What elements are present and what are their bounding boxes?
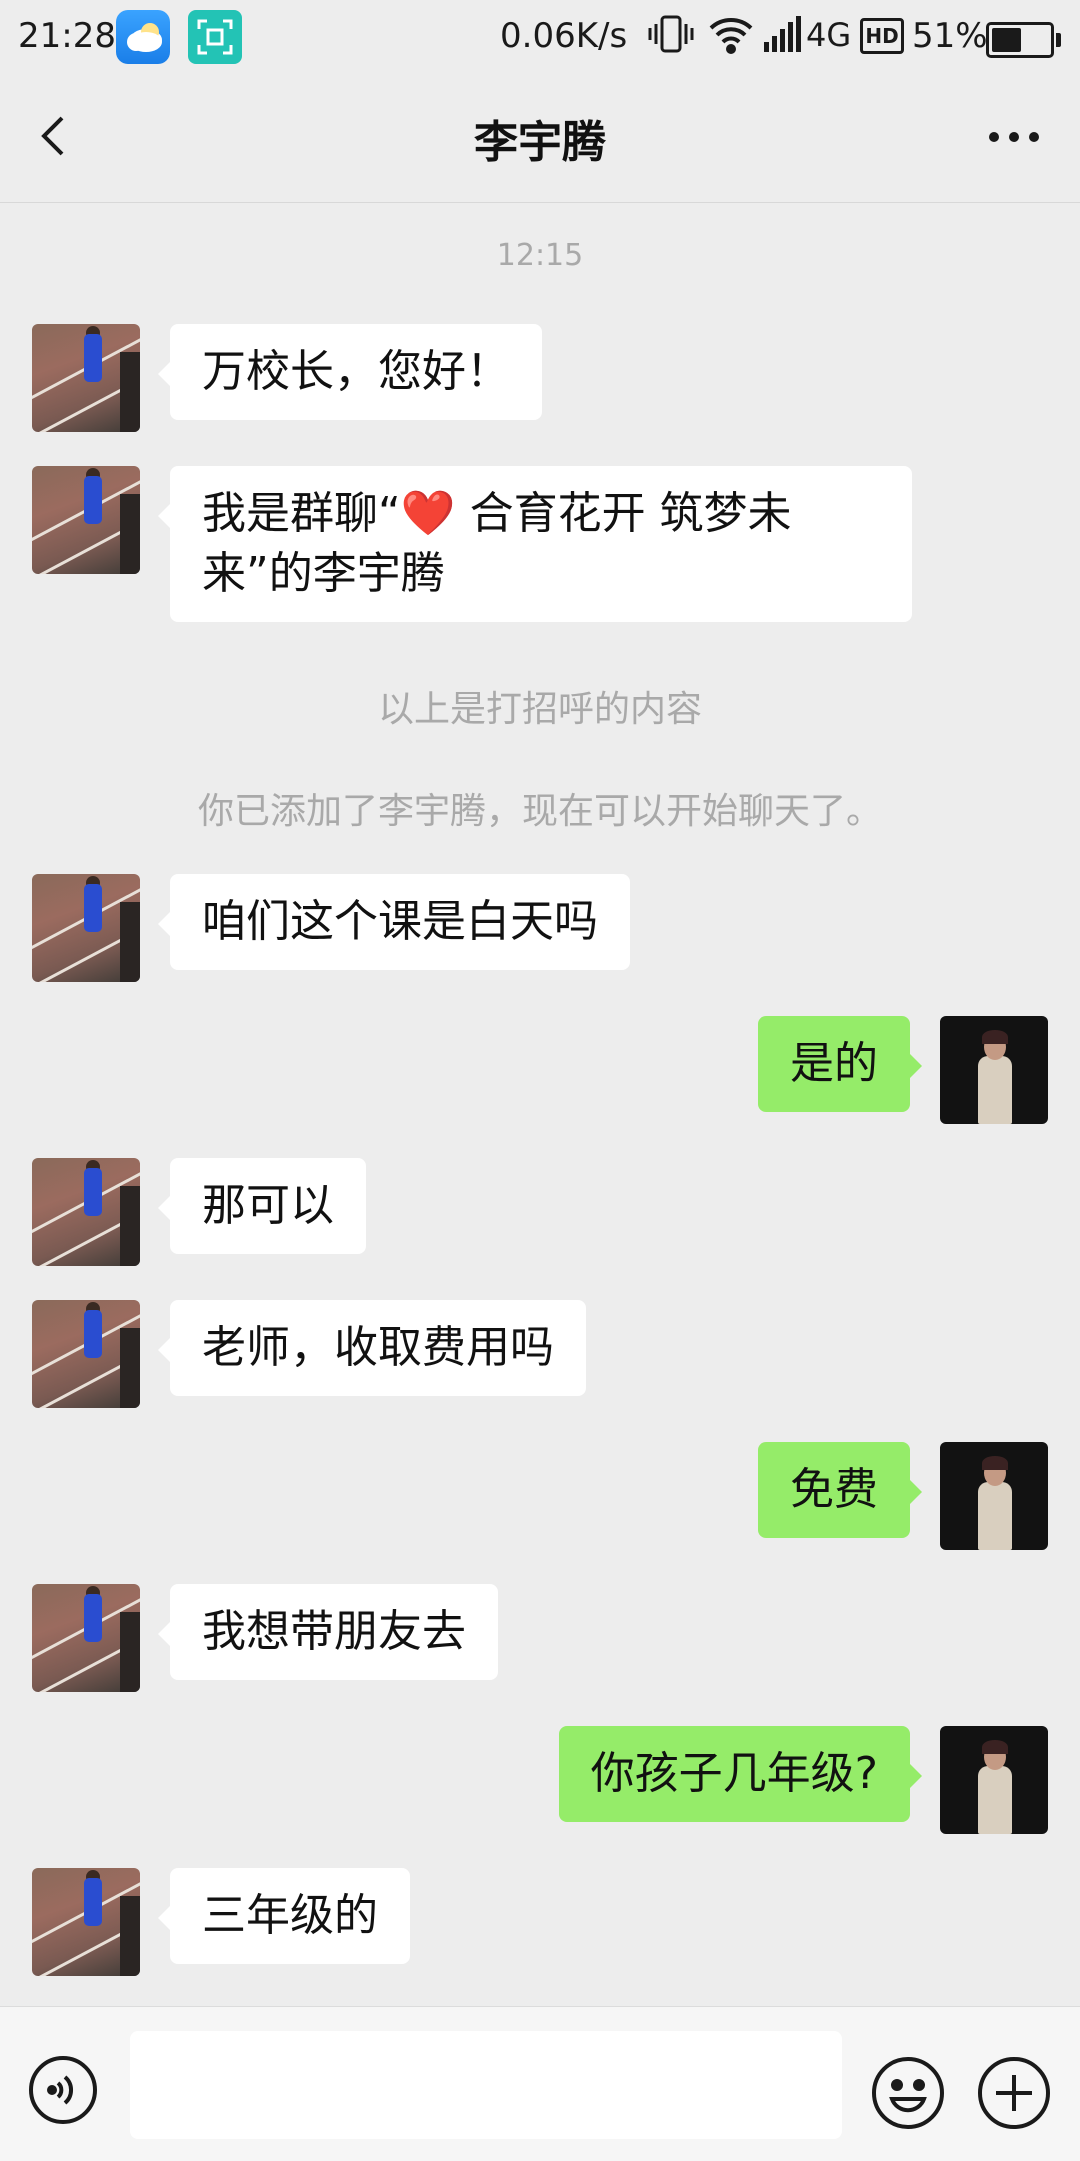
hd-badge: HD [860, 18, 904, 54]
message-input[interactable] [130, 2031, 842, 2139]
input-bar [0, 2006, 1080, 2161]
contact-avatar[interactable] [32, 1584, 140, 1692]
battery-percent: 51% [912, 16, 988, 56]
chat-header: 李宇腾 [0, 76, 1080, 203]
system-notice: 你已添加了李宇腾，现在可以开始聊天了。 [197, 791, 882, 832]
message-line: 来”的李宇腾 [202, 548, 445, 599]
plus-icon[interactable] [976, 2055, 1052, 2131]
weather-app-icon [116, 10, 170, 64]
incoming-message[interactable]: 我想带朋友去 [158, 1584, 498, 1680]
battery-fill [992, 28, 1021, 52]
chat-title: 李宇腾 [474, 117, 606, 168]
my-avatar[interactable] [940, 1726, 1048, 1834]
status-time: 21:28 [18, 16, 116, 56]
incoming-message[interactable]: 那可以 [158, 1158, 366, 1254]
system-notice: 以上是打招呼的内容 [377, 689, 702, 730]
my-avatar[interactable] [940, 1442, 1048, 1550]
net-speed: 0.06K/s [500, 16, 628, 56]
incoming-message[interactable]: 我是群聊“❤️ 合育花开 筑梦未 来”的李宇腾 [158, 466, 912, 622]
outgoing-message[interactable]: 你孩子几年级? [558, 1726, 923, 1822]
outgoing-message[interactable]: 是的 [758, 1016, 922, 1112]
outgoing-message[interactable]: 免费 [758, 1442, 922, 1538]
incoming-message[interactable]: 老师，收取费用吗 [158, 1300, 586, 1396]
incoming-message[interactable]: 咱们这个课是白天吗 [158, 874, 630, 970]
voice-icon[interactable] [28, 2055, 98, 2125]
contact-avatar[interactable] [32, 466, 140, 574]
wifi-icon [708, 16, 754, 63]
emoji-icon[interactable] [870, 2055, 946, 2131]
incoming-message[interactable]: 万校长，您好！ [158, 324, 542, 420]
vibrate-icon [646, 14, 696, 63]
contact-avatar[interactable] [32, 324, 140, 432]
contact-avatar[interactable] [32, 1868, 140, 1976]
more-options-icon[interactable] [984, 112, 1044, 162]
network-type: 4G [806, 16, 852, 54]
message-line: 我是群聊“❤️ 合育花开 筑梦未 [202, 488, 792, 539]
signal-icon [764, 16, 804, 63]
contact-avatar[interactable] [32, 1300, 140, 1408]
my-avatar[interactable] [940, 1016, 1048, 1124]
contact-avatar[interactable] [32, 874, 140, 982]
battery-icon [986, 22, 1061, 58]
incoming-message[interactable]: 三年级的 [158, 1868, 410, 1964]
message-timestamp: 12:15 [496, 238, 584, 273]
contact-avatar[interactable] [32, 1158, 140, 1266]
screenshot-app-icon [188, 10, 242, 64]
status-bar: 21:28 0.06K/s 4G HD 51% [0, 0, 1080, 76]
